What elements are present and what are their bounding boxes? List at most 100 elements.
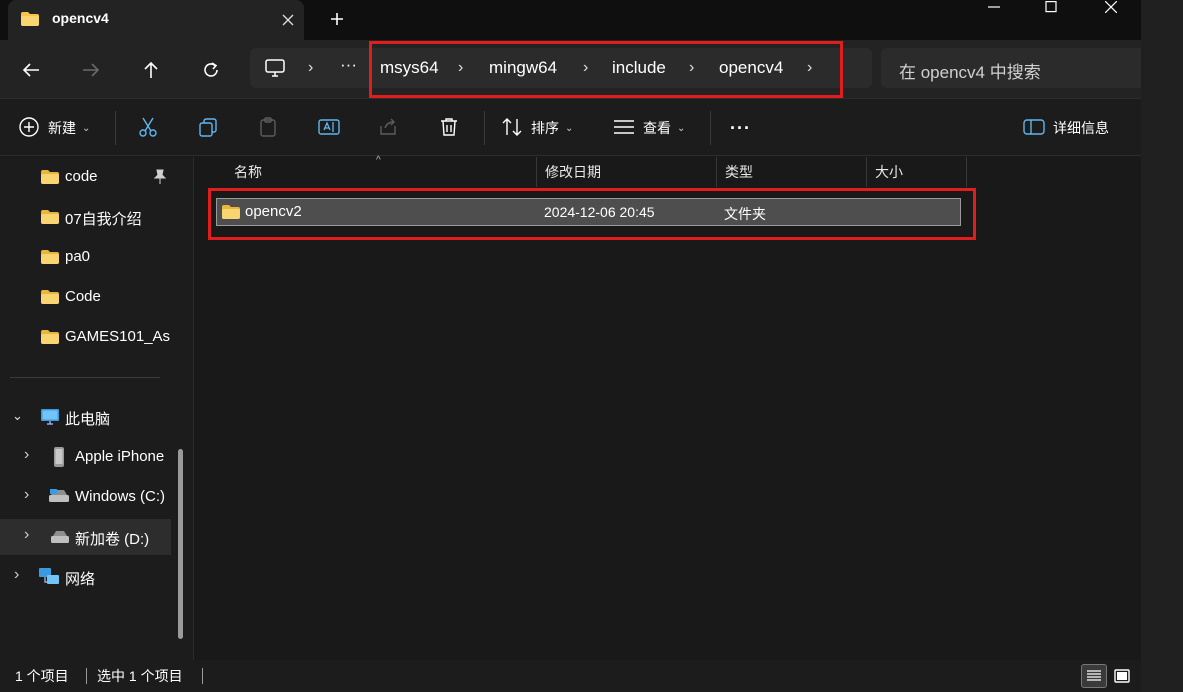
share-button[interactable] — [377, 113, 399, 143]
file-explorer-window: opencv4 › ··· msys64 › mingw64 › include… — [0, 0, 1141, 692]
folder-icon — [40, 249, 60, 268]
breadcrumb-msys64[interactable]: msys64 — [380, 58, 439, 78]
sidebar-item-code[interactable]: code — [0, 159, 171, 195]
delete-button[interactable] — [438, 113, 460, 143]
sidebar-item-label: pa0 — [65, 248, 91, 265]
sidebar-divider — [10, 377, 160, 378]
search-box[interactable]: 在 opencv4 中搜索 — [881, 48, 1141, 88]
column-header-modified[interactable]: 修改日期 — [537, 157, 717, 187]
column-header-type[interactable]: 类型 — [717, 157, 867, 187]
chevron-right-icon[interactable]: › — [14, 566, 19, 584]
close-window-button[interactable] — [1082, 0, 1140, 14]
breadcrumb-include[interactable]: include — [612, 58, 666, 78]
chevron-right-icon: › — [689, 59, 695, 76]
breadcrumb-overflow[interactable]: ··· — [340, 55, 357, 75]
sidebar-item-network[interactable]: › 网络 — [0, 559, 171, 595]
view-list-icon — [613, 118, 635, 139]
file-modified: 2024-12-06 20:45 — [544, 204, 655, 220]
forward-button[interactable] — [74, 53, 108, 87]
folder-icon — [40, 169, 60, 188]
trash-icon — [438, 116, 460, 141]
folder-icon — [221, 204, 241, 223]
sidebar-item-label: Windows (C:) — [75, 488, 166, 505]
share-icon — [377, 116, 399, 141]
monitor-icon — [40, 408, 60, 429]
chevron-right-icon[interactable]: › — [24, 526, 29, 544]
cut-button[interactable] — [137, 113, 159, 143]
sidebar-item-label: Apple iPhone — [75, 448, 165, 465]
paste-button[interactable] — [257, 113, 279, 143]
back-button[interactable] — [14, 53, 48, 87]
column-header-label: 类型 — [725, 164, 753, 180]
network-icon — [38, 567, 60, 590]
search-placeholder: 在 opencv4 中搜索 — [899, 63, 1041, 82]
sidebar-item-apple-iphone[interactable]: › Apple iPhone — [0, 439, 171, 475]
new-button[interactable]: 新建 ⌄ — [18, 113, 90, 143]
navigation-pane: code 07自我介绍 pa0 Code GAMES101_As ⌄ 此电脑 › — [0, 157, 194, 660]
details-pane-icon — [1023, 118, 1045, 139]
chevron-right-icon: › — [308, 59, 314, 76]
column-header-size[interactable]: 大小 — [867, 157, 967, 187]
sidebar-item-07[interactable]: 07自我介绍 — [0, 199, 171, 235]
sidebar-item-windows-c[interactable]: › Windows (C:) — [0, 479, 171, 515]
details-view-button[interactable] — [1081, 664, 1107, 688]
more-icon: ··· — [730, 117, 751, 138]
drive-icon — [48, 488, 70, 507]
sidebar-item-pa0[interactable]: pa0 — [0, 239, 171, 275]
sidebar-item-label: code — [65, 168, 98, 185]
sidebar-item-label: 07自我介绍 — [65, 211, 142, 228]
maximize-button[interactable] — [1022, 0, 1080, 14]
more-options-button[interactable]: ··· — [730, 113, 751, 143]
sidebar-item-drive-d[interactable]: › 新加卷 (D:) — [0, 519, 171, 555]
tab-opencv4[interactable]: opencv4 — [8, 0, 304, 40]
details-pane-button[interactable]: 详细信息 — [1023, 113, 1109, 143]
sort-button[interactable]: 排序 ⌄ — [501, 113, 573, 143]
column-header-label: 修改日期 — [545, 164, 601, 180]
chevron-down-icon[interactable]: ⌄ — [12, 408, 23, 424]
view-label: 查看 — [643, 120, 671, 136]
view-button[interactable]: 查看 ⌄ — [613, 113, 685, 143]
sidebar-item-this-pc[interactable]: ⌄ 此电脑 — [0, 399, 171, 435]
new-tab-button[interactable] — [322, 5, 352, 33]
breadcrumb-opencv4[interactable]: opencv4 — [719, 58, 783, 78]
breadcrumb[interactable]: › ··· msys64 › mingw64 › include › openc… — [250, 48, 872, 88]
folder-icon — [20, 11, 40, 30]
computer-icon — [264, 58, 286, 81]
status-bar: 1 个项目 选中 1 个项目 — [0, 660, 1141, 692]
chevron-right-icon[interactable]: › — [24, 486, 29, 504]
phone-icon — [53, 446, 65, 471]
rename-button[interactable] — [317, 113, 341, 143]
file-type: 文件夹 — [724, 206, 766, 222]
sidebar-item-label: 网络 — [65, 571, 96, 588]
background-window-edge — [1141, 0, 1183, 692]
sort-label: 排序 — [531, 120, 559, 136]
close-tab-button[interactable] — [274, 6, 302, 34]
toolbar-divider — [710, 111, 711, 145]
refresh-button[interactable] — [194, 53, 228, 87]
column-header-name[interactable]: 名称 — [226, 157, 537, 187]
sidebar-item-label: Code — [65, 288, 101, 305]
sidebar-scrollbar[interactable] — [178, 449, 183, 639]
plus-circle-icon — [18, 116, 40, 141]
address-bar: › ··· msys64 › mingw64 › include › openc… — [0, 40, 1141, 98]
breadcrumb-mingw64[interactable]: mingw64 — [489, 58, 557, 78]
up-button[interactable] — [134, 53, 168, 87]
sidebar-item-label: 新加卷 (D:) — [75, 531, 150, 548]
tab-title: opencv4 — [52, 10, 109, 26]
chevron-right-icon[interactable]: › — [807, 59, 812, 77]
file-name: opencv2 — [245, 203, 302, 220]
sidebar-item-code-2[interactable]: Code — [0, 279, 171, 315]
table-row[interactable]: opencv2 2024-12-06 20:45 文件夹 — [216, 198, 961, 226]
copy-button[interactable] — [197, 113, 219, 143]
sidebar-item-games101[interactable]: GAMES101_As — [0, 319, 171, 355]
drive-icon — [50, 530, 70, 547]
chevron-right-icon: › — [458, 59, 464, 76]
chevron-right-icon[interactable]: › — [24, 446, 29, 464]
tiles-view-button[interactable] — [1109, 664, 1135, 688]
column-header-label: 大小 — [875, 164, 903, 180]
rename-icon — [317, 116, 341, 141]
command-bar: 新建 ⌄ 排序 ⌄ 查看 ⌄ ··· 详细信息 — [0, 98, 1141, 156]
minimize-button[interactable] — [965, 0, 1023, 14]
chevron-down-icon: ⌄ — [82, 122, 91, 134]
copy-icon — [197, 116, 219, 141]
